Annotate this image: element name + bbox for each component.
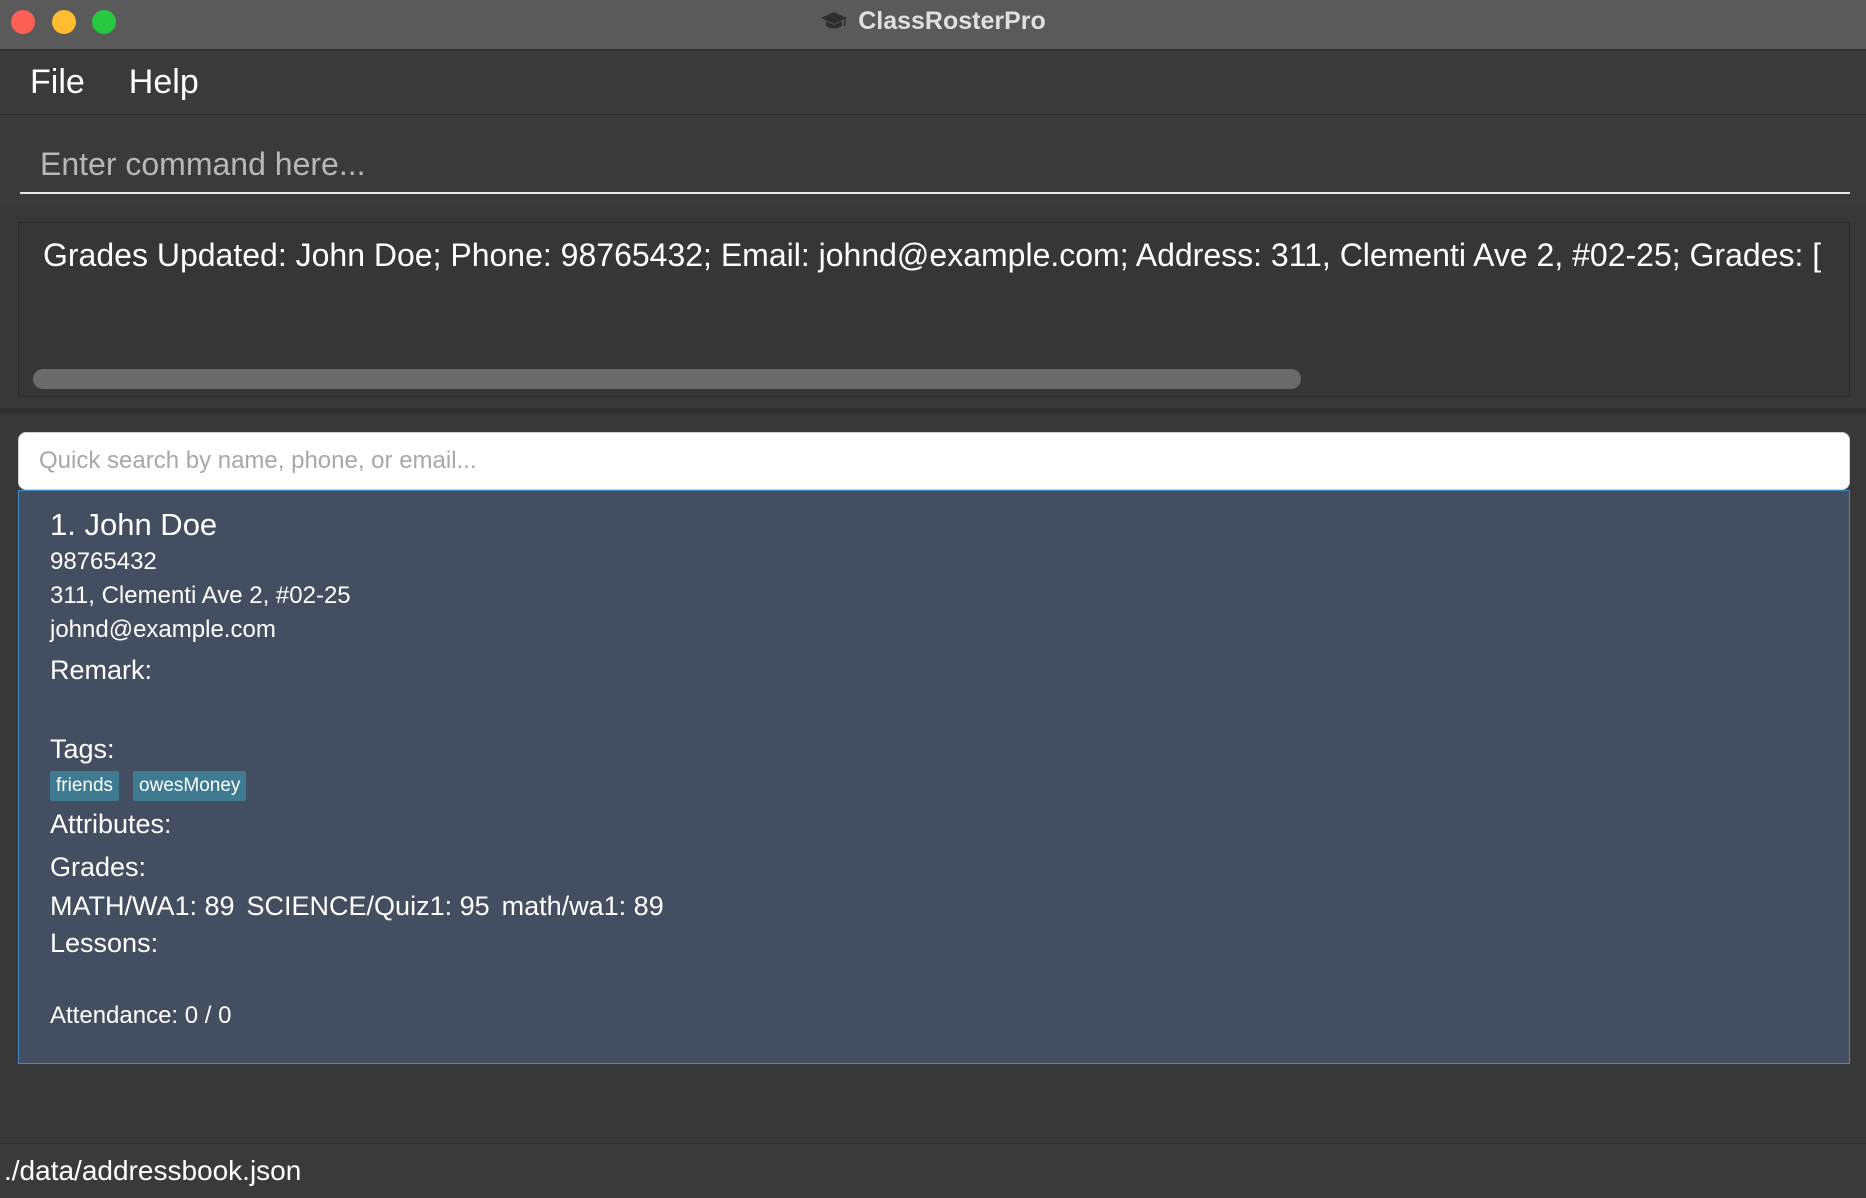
menu-bar: File Help <box>0 51 1866 115</box>
person-phone: 98765432 <box>50 548 157 575</box>
grade-item: MATH/WA1: 89 <box>50 891 235 921</box>
remark-value <box>50 690 664 724</box>
grade-item: SCIENCE/Quiz1: 95 <box>246 891 490 921</box>
command-box <box>0 116 1866 206</box>
tag-friends: friends <box>50 771 120 801</box>
search-input[interactable] <box>18 432 1850 490</box>
app-window: ClassRosterPro File Help Grades Updated:… <box>0 0 1866 1198</box>
menu-help[interactable]: Help <box>129 63 199 102</box>
person-address: 311, Clementi Ave 2, #02-25 <box>50 582 351 609</box>
person-email: johnd@example.com <box>50 616 276 643</box>
command-input[interactable] <box>20 136 1850 194</box>
result-display: Grades Updated: John Doe; Phone: 9876543… <box>18 222 1850 397</box>
attributes-label: Attributes: <box>50 809 172 839</box>
result-message: Grades Updated: John Doe; Phone: 9876543… <box>43 237 1822 273</box>
grades-label: Grades: <box>50 852 147 882</box>
window-title: ClassRosterPro <box>858 6 1046 35</box>
grades-list: MATH/WA1: 89 SCIENCE/Quiz1: 95 math/wa1:… <box>50 891 664 922</box>
title-wrap: ClassRosterPro <box>0 0 1866 42</box>
grade-item: math/wa1: 89 <box>501 891 664 921</box>
horizontal-scrollbar[interactable] <box>33 369 1301 389</box>
menu-file[interactable]: File <box>30 63 85 102</box>
remark-label: Remark: <box>50 655 153 685</box>
person-card-body: 1. John Doe 98765432 311, Clementi Ave 2… <box>50 507 664 1029</box>
person-name: 1. John Doe <box>50 507 218 542</box>
attendance-text: Attendance: 0 / 0 <box>50 1002 232 1029</box>
tags-label: Tags: <box>50 734 115 764</box>
lessons-label: Lessons: <box>50 928 159 958</box>
person-card[interactable]: 1. John Doe 98765432 311, Clementi Ave 2… <box>18 490 1850 1064</box>
tag-owes-money: owesMoney <box>133 771 247 801</box>
save-location: ./data/addressbook.json <box>4 1155 302 1186</box>
status-bar: ./data/addressbook.json <box>0 1143 1866 1198</box>
graduation-cap-icon <box>821 12 848 29</box>
title-bar: ClassRosterPro <box>0 0 1866 50</box>
tag-list: friends owesMoney <box>50 771 664 801</box>
split-divider[interactable] <box>0 408 1866 414</box>
